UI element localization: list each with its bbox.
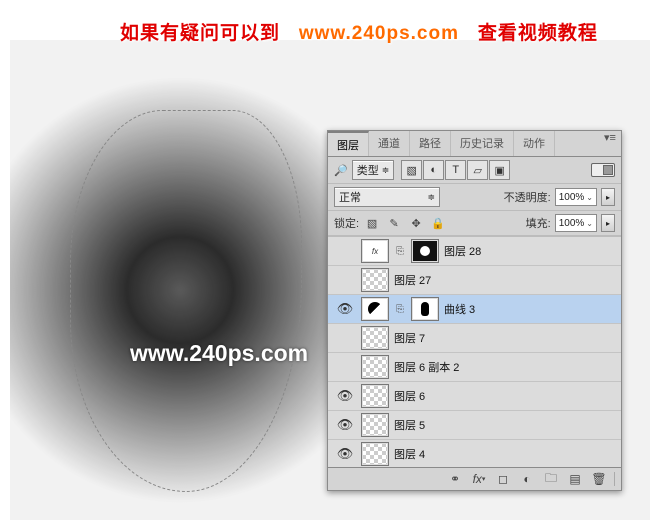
layer-name[interactable]: 图层 28 [444,243,481,259]
visibility-toggle[interactable]: 👁 [334,443,356,465]
layer-thumb[interactable] [361,326,389,350]
layer-thumb[interactable]: fx [361,239,389,263]
layer-row[interactable]: fx ⎘ 图层 28 [328,237,621,266]
filter-adjust-icon[interactable]: ◐ [423,160,444,180]
layer-style-icon[interactable]: fx▾ [468,470,490,488]
layer-row[interactable]: 👁 ⎘ 曲线 3 [328,295,621,324]
header-text: 如果有疑问可以到 www.240ps.com 查看视频教程 [120,18,598,45]
filter-type-icon[interactable]: T [445,160,466,180]
layer-row[interactable]: 👁 图层 5 [328,411,621,440]
mask-thumb[interactable] [411,297,439,321]
filter-smart-icon[interactable]: ▣ [489,160,510,180]
layer-name[interactable]: 图层 5 [394,417,425,433]
fill-step[interactable]: ▸ [601,214,615,232]
visibility-toggle[interactable] [334,327,356,349]
opacity-label: 不透明度: [504,189,551,205]
tab-history[interactable]: 历史记录 [451,131,514,156]
layer-name[interactable]: 图层 6 [394,388,425,404]
layer-row[interactable]: 图层 27 [328,266,621,295]
new-layer-icon[interactable]: ▤ [564,470,586,488]
layer-thumb[interactable] [361,384,389,408]
layer-row[interactable]: 👁 图层 4 [328,440,621,467]
filter-icons: ▧ ◐ T ▱ ▣ [401,160,510,180]
header-url: www.240ps.com [299,23,459,44]
filter-shape-icon[interactable]: ▱ [467,160,488,180]
layer-thumb[interactable] [361,413,389,437]
tab-channels[interactable]: 通道 [369,131,410,156]
visibility-toggle[interactable]: 👁 [334,298,356,320]
panel-menu-icon[interactable]: ▾≡ [599,131,621,156]
filter-type-dropdown[interactable]: 类型 ≑ [352,160,395,180]
filter-pixel-icon[interactable]: ▧ [401,160,422,180]
link-icon: ⎘ [394,304,406,315]
layers-list[interactable]: fx ⎘ 图层 28 图层 27 👁 ⎘ 曲线 3 图层 7 图层 6 副本 2 [328,236,621,467]
chevron-down-icon: ⌄ [586,193,593,202]
blend-mode-dropdown[interactable]: 正常 ≑ [334,187,440,207]
filter-row: 🔎 类型 ≑ ▧ ◐ T ▱ ▣ [328,157,621,184]
lock-row: 锁定: ▧ ✎ ✥ 🔒 填充: 100% ⌄ ▸ [328,211,621,236]
lock-transparent-icon[interactable]: ▧ [363,215,381,231]
visibility-toggle[interactable] [334,269,356,291]
fill-input[interactable]: 100% ⌄ [555,214,597,232]
layer-row[interactable]: 图层 6 副本 2 [328,353,621,382]
watermark: www.240ps.com [130,340,308,367]
visibility-toggle[interactable]: 👁 [334,385,356,407]
opacity-step[interactable]: ▸ [601,188,615,206]
lock-label: 锁定: [334,215,359,231]
fill-value: 100% [559,218,585,229]
panel-bottom-bar: ⚭ fx▾ ◻ ◐ 🗀 ▤ 🗑 [328,467,621,490]
layers-panel: 图层 通道 路径 历史记录 动作 ▾≡ 🔎 类型 ≑ ▧ ◐ T ▱ ▣ 正常 … [327,130,622,491]
layer-thumb[interactable] [361,355,389,379]
filter-toggle[interactable] [591,163,615,177]
new-group-icon[interactable]: 🗀 [540,470,562,488]
header-part1: 如果有疑问可以到 [120,23,280,44]
layer-row[interactable]: 👁 图层 6 [328,382,621,411]
mask-thumb[interactable] [411,239,439,263]
add-mask-icon[interactable]: ◻ [492,470,514,488]
lock-all-icon[interactable]: 🔒 [429,215,447,231]
lock-position-icon[interactable]: ✥ [407,215,425,231]
layer-name[interactable]: 图层 27 [394,272,431,288]
visibility-toggle[interactable] [334,356,356,378]
tab-paths[interactable]: 路径 [410,131,451,156]
layer-name[interactable]: 图层 4 [394,446,425,462]
panel-tabs: 图层 通道 路径 历史记录 动作 ▾≡ [328,131,621,157]
layer-name[interactable]: 图层 7 [394,330,425,346]
blend-row: 正常 ≑ 不透明度: 100% ⌄ ▸ [328,184,621,211]
layer-thumb[interactable] [361,268,389,292]
chevron-down-icon: ≑ [427,192,435,203]
separator [614,472,615,486]
link-icon: ⎘ [394,246,406,257]
layer-thumb[interactable] [361,442,389,466]
lock-paint-icon[interactable]: ✎ [385,215,403,231]
adjustment-thumb[interactable] [361,297,389,321]
tab-layers[interactable]: 图层 [328,131,369,156]
visibility-toggle[interactable]: 👁 [334,414,356,436]
layer-name[interactable]: 图层 6 副本 2 [394,359,459,375]
tab-actions[interactable]: 动作 [514,131,555,156]
opacity-value: 100% [559,192,585,203]
layer-name[interactable]: 曲线 3 [444,301,475,317]
header-part3: 查看视频教程 [478,23,598,44]
delete-layer-icon[interactable]: 🗑 [588,470,610,488]
filter-type-label: 类型 [357,162,379,178]
new-adjust-icon[interactable]: ◐ [516,470,538,488]
chevron-down-icon: ⌄ [586,219,593,228]
blend-mode-value: 正常 [339,189,361,205]
visibility-toggle[interactable] [334,240,356,262]
opacity-input[interactable]: 100% ⌄ [555,188,597,206]
layer-row[interactable]: 图层 7 [328,324,621,353]
search-icon: 🔎 [334,164,348,177]
chevron-down-icon: ≑ [382,165,390,176]
fill-label: 填充: [526,215,551,231]
link-layers-icon[interactable]: ⚭ [444,470,466,488]
